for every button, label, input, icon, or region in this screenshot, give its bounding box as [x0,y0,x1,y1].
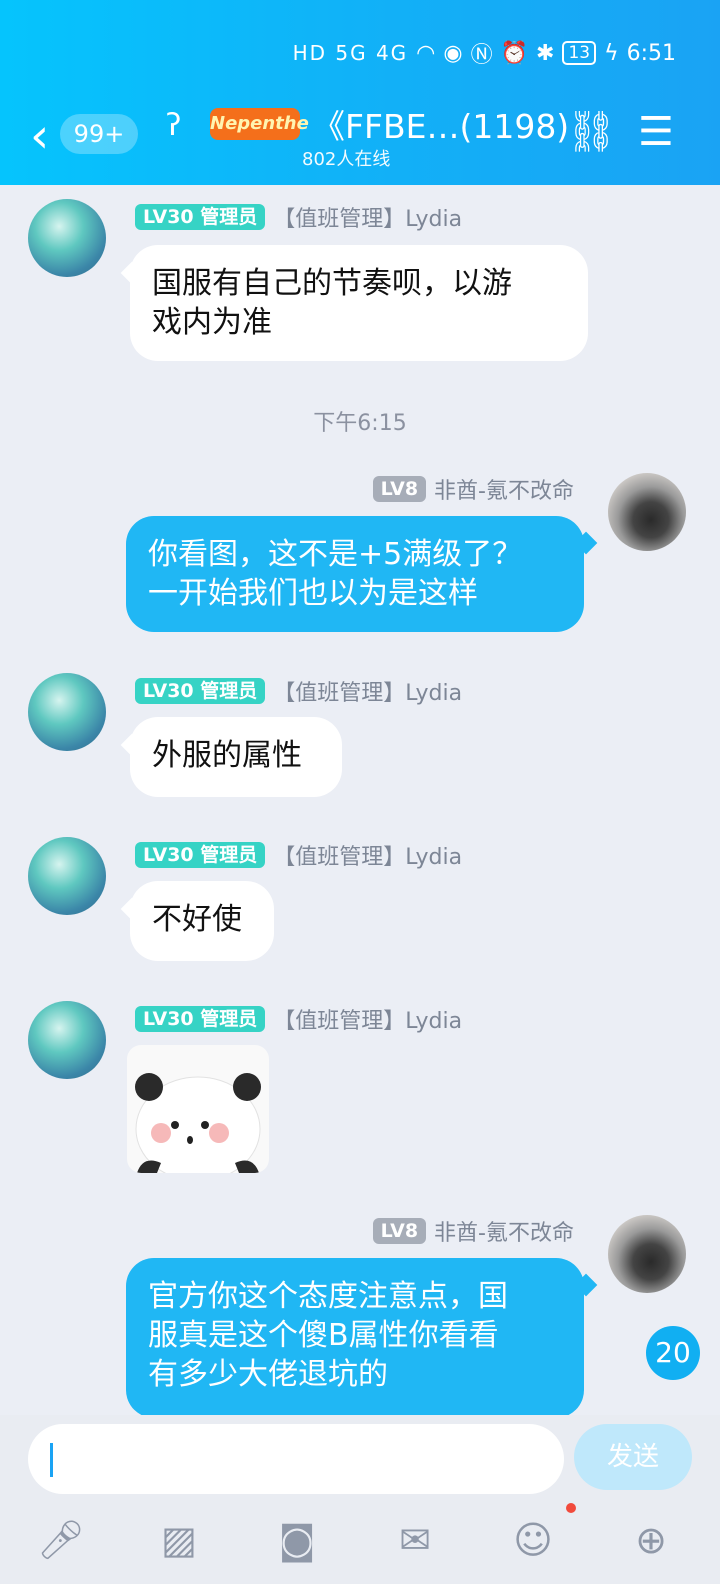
level-badge: LV30 管理员 [135,1006,266,1032]
sender-name: 非酋-氪不改命 [434,479,574,504]
avatar[interactable] [28,1001,106,1079]
new-message-counter[interactable]: 20 [646,1326,700,1380]
level-badge: LV30 管理员 [135,204,266,230]
network-icons: HD 5G 4G [292,41,409,65]
charging-icon: ϟ [604,40,619,66]
timestamp: 下午6:15 [313,411,407,436]
level-badge: LV8 [372,1218,427,1244]
panda-sticker-image [135,1073,261,1173]
send-button[interactable]: 发送 [574,1424,692,1490]
alarm-icon: ⏰ [500,40,528,66]
avatar[interactable] [28,199,106,277]
plus-icon[interactable]: ⊕ [626,1515,676,1565]
clock: 6:51 [626,40,676,66]
notification-dot [566,1503,576,1513]
online-count[interactable]: 802人在线 [302,145,390,171]
wifi-icon: ◠ [416,40,436,66]
sender-name: 【值班管理】Lydia [273,1009,463,1034]
sender-meta: LV30 管理员 【值班管理】Lydia [135,201,462,233]
sender-name: 【值班管理】Lydia [273,681,463,706]
group-logo: Nepenthe [210,108,309,140]
text-caret [50,1443,53,1477]
avatar[interactable] [28,673,106,751]
nfc-icon: Ⓝ [470,43,493,68]
sender-meta: LV30 管理员 【值班管理】Lydia [135,839,462,871]
message-bubble[interactable]: 你看图，这不是+5满级了？ 一开始我们也以为是这样 [126,516,584,632]
avatar[interactable] [608,473,686,551]
menu-icon[interactable]: ☰ [638,112,674,152]
sender-name: 【值班管理】Lydia [273,207,463,232]
sender-name: 非酋-氪不改命 [434,1221,574,1246]
input-bar: 发送 🎤︎ ▨ ◙ ✉ ☺ ⊕ [0,1415,720,1584]
chat-header: HD 5G 4G ◠ ◉ Ⓝ ⏰ ✱ 13 ϟ 6:51 ‹ 99+ ʔ Nep… [0,0,720,185]
emoji-icon[interactable]: ☺ [508,1515,558,1565]
sender-meta: LV8 非酋-氪不改命 [372,473,574,505]
redpacket-icon[interactable]: ✉ [390,1515,440,1565]
message-input[interactable] [28,1424,564,1494]
bluetooth-icon: ✱ [536,40,555,66]
level-badge: LV30 管理员 [135,678,266,704]
sender-meta: LV8 非酋-氪不改命 [372,1215,574,1247]
message-bubble[interactable]: 不好使 [130,881,274,961]
image-icon[interactable]: ▨ [154,1515,204,1565]
battery-level: 13 [562,41,597,65]
avatar[interactable] [608,1215,686,1293]
back-chevron-icon[interactable]: ‹ [30,112,49,160]
avatar[interactable] [28,837,106,915]
link-icon[interactable]: ⛓ [566,112,617,152]
message-list[interactable]: LV30 管理员 【值班管理】Lydia 国服有自己的节奏呗，以游 戏内为准 下… [0,185,720,1415]
sender-meta: LV30 管理员 【值班管理】Lydia [135,675,462,707]
status-bar: HD 5G 4G ◠ ◉ Ⓝ ⏰ ✱ 13 ϟ 6:51 [292,38,676,69]
sender-meta: LV30 管理员 【值班管理】Lydia [135,1003,462,1035]
message-bubble[interactable]: 外服的属性 [130,717,342,797]
sender-name: 【值班管理】Lydia [273,845,463,870]
mic-icon[interactable]: 🎤︎ [36,1515,86,1565]
unread-badge[interactable]: 99+ [60,114,138,154]
level-badge: LV30 管理员 [135,842,266,868]
group-title[interactable]: 《FFBE…(1198) [312,100,569,148]
eye-icon: ◉ [443,40,463,66]
message-bubble[interactable]: 官方你这个态度注意点，国 服真是这个傻B属性你看看 有多少大佬退坑的 [126,1258,584,1415]
camera-icon[interactable]: ◙ [272,1515,322,1565]
message-bubble[interactable]: 国服有自己的节奏呗，以游 戏内为准 [130,245,588,361]
level-badge: LV8 [372,476,427,502]
earpiece-icon[interactable]: ʔ [166,108,181,143]
panda-sticker[interactable] [127,1045,269,1173]
